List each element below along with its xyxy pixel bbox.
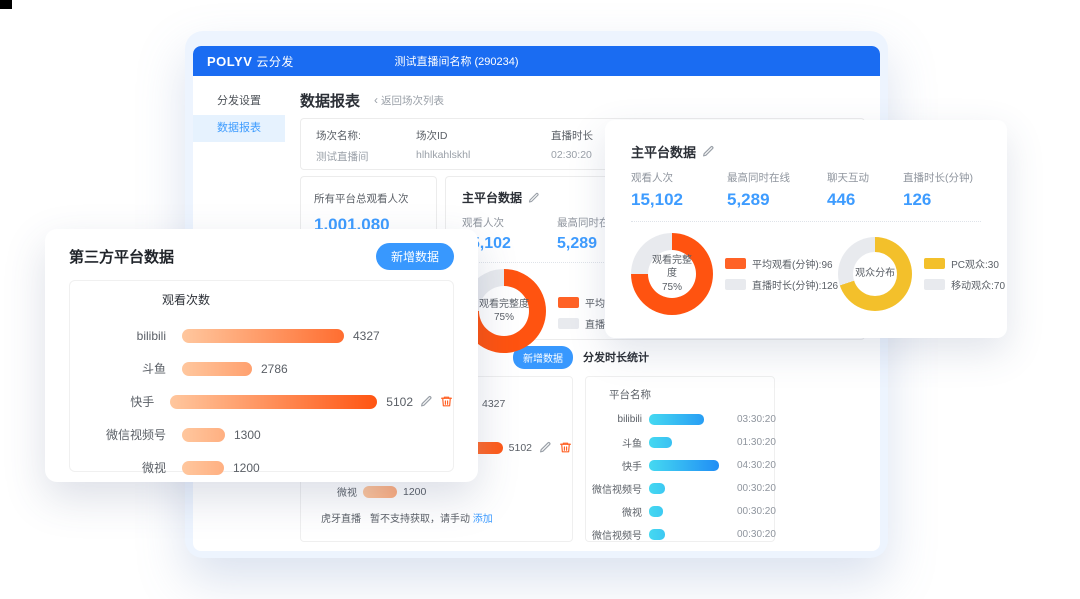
chart-row: 微信视频号 00:30:20 [592, 528, 774, 540]
bar-value: 01:30:20 [737, 437, 776, 448]
chart-row: 微信视频号 00:30:20 [592, 482, 774, 494]
completion-donut-chart: 观看完整度 75% [631, 233, 713, 315]
chart-row: bilibili 03:30:20 [592, 413, 774, 425]
bar-value: 5102 [509, 442, 532, 454]
value-bar [182, 461, 224, 475]
delete-icon[interactable] [559, 441, 572, 454]
platform-label: 斗鱼 [70, 360, 166, 377]
value-bar [649, 529, 665, 540]
chart-row: 快手 04:30:20 [592, 459, 774, 471]
main-platform-overlay-card: 主平台数据 观看人次 15,102 最高同时在线 5,289 聊天互动 446 … [605, 120, 1007, 338]
session-name-col: 场次名称: 测试直播间 [316, 128, 386, 169]
value-bar [649, 460, 719, 471]
value-bar [649, 414, 704, 425]
platform-label: 快手 [592, 458, 642, 473]
chart-row: 微信视频号 1300 [70, 427, 453, 442]
value-bar [649, 506, 663, 517]
bar-value: 00:30:20 [737, 483, 776, 494]
platform-name-header: 平台名称 [609, 387, 774, 402]
duration-stats-title: 分发时长统计 [583, 349, 649, 365]
platform-label: bilibili [592, 414, 642, 425]
logo-suffix: 云分发 [256, 55, 294, 69]
chevron-left-icon: ‹ [374, 93, 378, 107]
value-bar [170, 395, 377, 409]
overlay-title: 第三方平台数据 [69, 246, 174, 267]
value-bar [363, 486, 397, 498]
value-bar [182, 428, 225, 442]
stat-views: 观看人次 15,102 [631, 170, 727, 210]
overlay-title: 主平台数据 [631, 142, 696, 161]
bar-value: 00:30:20 [737, 506, 776, 517]
huya-row: 虎牙直播 暂不支持获取，请手动 添加 [321, 510, 572, 525]
edit-icon[interactable] [420, 395, 433, 408]
bar-value: 00:30:20 [737, 529, 776, 540]
bar-value: 2786 [261, 362, 288, 376]
views-chart-panel: 观看次数 bilibili 4327 斗鱼 2786 快手 5102 微信视频号… [69, 280, 454, 472]
third-party-overlay-card: 第三方平台数据 新增数据 观看次数 bilibili 4327 斗鱼 2786 … [45, 229, 478, 482]
platform-label: 微信视频号 [592, 481, 642, 496]
screen-edge-artifact [0, 0, 12, 9]
page-title: 数据报表 [300, 90, 360, 111]
chart-row: 微视 1200 [307, 485, 572, 498]
chart-row: 斗鱼 2786 [70, 361, 453, 376]
value-bar [649, 483, 665, 494]
chart-row: bilibili 4327 [70, 328, 453, 343]
sidebar-item-distribution-settings[interactable]: 分发设置 [193, 88, 285, 115]
bar-value: 4327 [482, 398, 505, 410]
audience-legend: PC观众:30 移动观众:70 [924, 256, 1005, 292]
platform-label: 快手 [70, 393, 154, 410]
back-to-session-list-link[interactable]: ‹返回场次列表 [374, 93, 444, 108]
platform-label: 微信视频号 [70, 426, 166, 443]
bar-value: 4327 [353, 329, 380, 343]
edit-icon[interactable] [528, 192, 540, 204]
platform-label: 斗鱼 [592, 435, 642, 450]
stat-peak-online: 最高同时在线 5,289 [727, 170, 827, 210]
platform-label: 微视 [592, 504, 642, 519]
delete-icon[interactable] [440, 395, 453, 408]
chart-row: 微视 1200 [70, 460, 453, 475]
edit-icon[interactable] [539, 441, 552, 454]
platform-label: 微信视频号 [592, 527, 642, 542]
chart-row: 斗鱼 01:30:20 [592, 436, 774, 448]
polyv-logo: POLYV 云分发 [207, 53, 294, 70]
views-chart-title: 观看次数 [162, 291, 453, 308]
session-id-col: 场次ID hlhlkahlskhl [416, 128, 521, 169]
stat-chat-interactions: 聊天互动 446 [827, 170, 903, 210]
duration-panel: 平台名称 bilibili 03:30:20 斗鱼 01:30:20 快手 04… [585, 376, 775, 542]
bar-value: 1300 [234, 428, 261, 442]
bar-value: 1200 [233, 461, 260, 475]
bar-value: 5102 [386, 395, 413, 409]
stat-stream-minutes: 直播时长(分钟) 126 [903, 170, 981, 210]
sidebar-item-data-report[interactable]: 数据报表 [193, 115, 285, 142]
value-bar [182, 362, 252, 376]
bar-value: 04:30:20 [737, 460, 776, 471]
edit-icon[interactable] [702, 145, 715, 158]
title-bar: POLYV云分发 测试直播间名称 (290234) [193, 46, 880, 76]
bar-value: 03:30:20 [737, 414, 776, 425]
chart-row: 快手 5102 [70, 394, 453, 409]
value-bar [649, 437, 672, 448]
bar-value: 1200 [403, 486, 426, 498]
platform-label: 微视 [307, 484, 357, 499]
platform-label: 微视 [70, 459, 166, 476]
manual-add-link[interactable]: 添加 [473, 514, 493, 525]
audience-donut-chart: 观众分布 [838, 237, 912, 311]
platform-label: bilibili [70, 329, 166, 343]
logo-text: POLYV [207, 54, 252, 69]
value-bar [182, 329, 344, 343]
chart-row: 微视 00:30:20 [592, 505, 774, 517]
completion-legend: 平均观看(分钟):96 直播时长(分钟):126 [725, 256, 838, 292]
add-data-button[interactable]: 新增数据 [376, 243, 454, 270]
